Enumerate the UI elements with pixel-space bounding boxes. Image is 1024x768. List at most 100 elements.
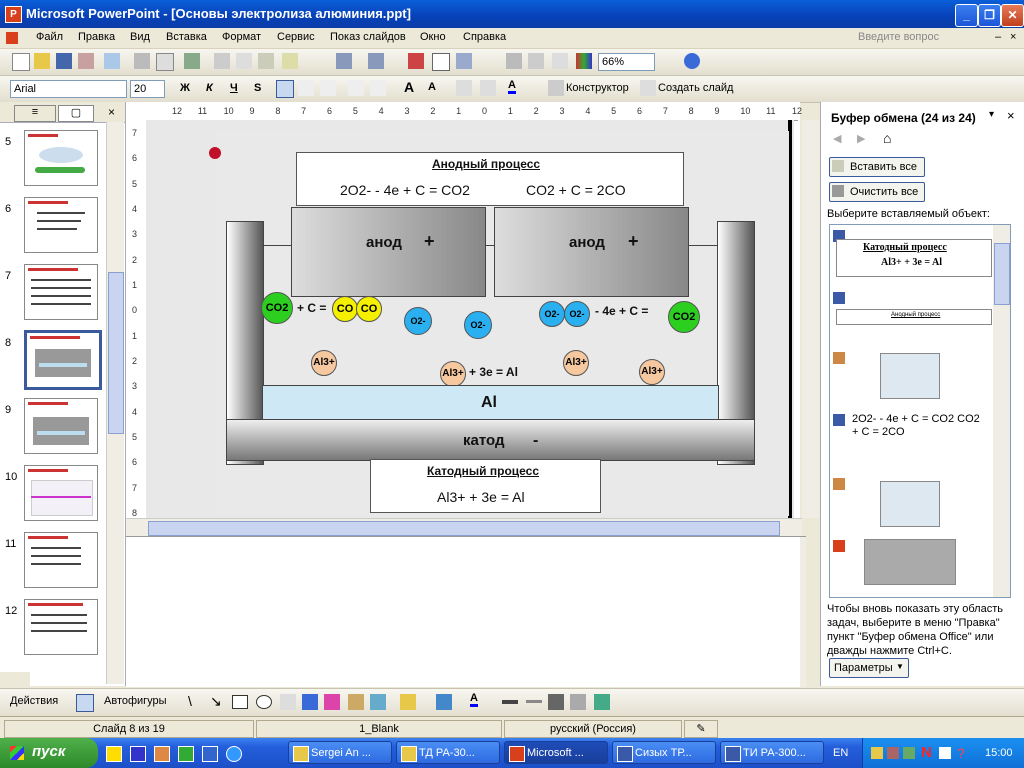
task-pane-menu-icon[interactable]: ▾ bbox=[989, 109, 994, 120]
dash-style-icon[interactable] bbox=[526, 700, 542, 703]
slide-thumbnail-9[interactable] bbox=[24, 398, 98, 454]
color-grayscale-icon[interactable] bbox=[576, 53, 592, 69]
decrease-font-icon[interactable]: A bbox=[428, 81, 436, 93]
document-icon[interactable] bbox=[6, 32, 18, 44]
close-button[interactable]: ✕ bbox=[1001, 4, 1024, 27]
print-preview-icon[interactable] bbox=[156, 53, 174, 71]
minimize-button[interactable]: _ bbox=[955, 4, 978, 27]
clipboard-item[interactable]: Анодный процесс bbox=[836, 309, 992, 325]
3d-style-icon[interactable] bbox=[594, 694, 610, 710]
bullets-icon[interactable] bbox=[370, 80, 386, 96]
wordart-icon[interactable] bbox=[302, 694, 318, 710]
font-select[interactable]: Arial bbox=[10, 80, 127, 98]
oxygen-ion[interactable]: O2- bbox=[404, 307, 432, 335]
quicklaunch-icon[interactable] bbox=[178, 746, 194, 762]
slides-scrollbar[interactable] bbox=[106, 122, 124, 684]
taskbar-button[interactable]: Сизых ТР... bbox=[612, 741, 716, 764]
quicklaunch-icon[interactable] bbox=[130, 746, 146, 762]
language-indicator[interactable]: EN bbox=[833, 747, 848, 759]
aluminum-ion[interactable]: Al3+ bbox=[563, 350, 589, 376]
menu-help[interactable]: Справка bbox=[463, 31, 506, 43]
select-arrow-icon[interactable] bbox=[76, 694, 94, 712]
close-pane-icon[interactable]: × bbox=[108, 105, 115, 119]
increase-indent-icon[interactable] bbox=[480, 80, 496, 96]
italic-button[interactable]: К bbox=[206, 82, 213, 94]
tables-borders-icon[interactable] bbox=[456, 53, 472, 69]
slides-tab[interactable]: ▢ bbox=[58, 105, 94, 122]
clipboard-item[interactable] bbox=[880, 481, 940, 527]
co-molecule[interactable]: CO bbox=[356, 296, 382, 322]
powerpoint-app-icon[interactable]: P bbox=[5, 6, 22, 23]
actions-menu[interactable]: Действия bbox=[10, 695, 58, 707]
new-slide-button[interactable]: Создать слайд bbox=[658, 82, 733, 94]
shadow-button[interactable]: S bbox=[254, 82, 261, 94]
numbering-icon[interactable] bbox=[348, 80, 364, 96]
slide-thumbnail-11[interactable] bbox=[24, 532, 98, 588]
menu-format[interactable]: Формат bbox=[222, 31, 261, 43]
slide-thumbnail-6[interactable] bbox=[24, 197, 98, 253]
designer-button[interactable]: Конструктор bbox=[566, 82, 629, 94]
home-icon[interactable]: ⌂ bbox=[883, 130, 891, 146]
clipboard-item[interactable] bbox=[880, 353, 940, 399]
spelling-icon[interactable] bbox=[184, 53, 200, 69]
permission-icon[interactable] bbox=[78, 53, 94, 69]
taskbar-button[interactable]: ТД РА-30... bbox=[396, 741, 500, 764]
line-icon[interactable]: \ bbox=[188, 693, 192, 709]
quicklaunch-icon[interactable] bbox=[202, 746, 218, 762]
tray-icon[interactable] bbox=[939, 747, 951, 759]
anode-block-right[interactable] bbox=[494, 207, 689, 297]
align-left-icon[interactable] bbox=[276, 80, 294, 98]
quicklaunch-icon[interactable] bbox=[154, 746, 170, 762]
horizontal-scrollbar[interactable] bbox=[126, 518, 802, 537]
cut-icon[interactable] bbox=[214, 53, 230, 69]
task-pane-close-icon[interactable]: × bbox=[1007, 108, 1015, 123]
scroll-thumb[interactable] bbox=[108, 272, 124, 434]
menu-slideshow[interactable]: Показ слайдов bbox=[330, 31, 406, 43]
zoom-select[interactable]: 66% bbox=[598, 53, 655, 71]
aluminum-ion[interactable]: Al3+ bbox=[440, 361, 466, 387]
back-icon[interactable]: ◀ bbox=[833, 132, 841, 145]
taskbar-button[interactable]: ТИ РА-300... bbox=[720, 741, 824, 764]
tray-icon[interactable] bbox=[871, 747, 883, 759]
tray-icon[interactable]: N bbox=[921, 744, 932, 761]
rectangle-icon[interactable] bbox=[232, 695, 248, 709]
autoshapes-menu[interactable]: Автофигуры bbox=[104, 695, 167, 707]
co2-molecule[interactable]: CO2 bbox=[261, 292, 293, 324]
new-slide-icon[interactable] bbox=[640, 80, 656, 96]
co-molecule[interactable]: CO bbox=[332, 296, 358, 322]
clear-all-button[interactable]: Очистить все bbox=[829, 182, 925, 202]
designer-icon[interactable] bbox=[548, 80, 564, 96]
oxygen-ion[interactable]: O2- bbox=[564, 301, 590, 327]
editor-scrollbar[interactable] bbox=[802, 120, 819, 518]
new-icon[interactable] bbox=[12, 53, 30, 71]
options-button[interactable]: Параметры ▼ bbox=[829, 658, 909, 678]
clipboard-item[interactable]: Катодный процесс Al3+ + 3e = Al bbox=[836, 239, 992, 277]
taskbar-button[interactable]: Sergei An ... bbox=[288, 741, 392, 764]
line-style-icon[interactable] bbox=[502, 700, 518, 704]
anode-block-left[interactable] bbox=[291, 207, 486, 297]
align-right-icon[interactable] bbox=[320, 80, 336, 96]
taskbar-button-active[interactable]: Microsoft ... bbox=[504, 741, 608, 764]
menu-file[interactable]: Файл bbox=[36, 31, 63, 43]
expand-icon[interactable] bbox=[506, 53, 522, 69]
restore-button[interactable]: ❐ bbox=[978, 4, 1001, 27]
co2-molecule[interactable]: CO2 bbox=[668, 301, 700, 333]
doc-minimize-icon[interactable]: ‒ bbox=[995, 31, 1001, 43]
save-icon[interactable] bbox=[56, 53, 72, 69]
picture-icon[interactable] bbox=[370, 694, 386, 710]
view-buttons[interactable] bbox=[0, 672, 30, 686]
fill-color-icon[interactable] bbox=[400, 694, 416, 710]
increase-font-icon[interactable]: A bbox=[404, 79, 414, 95]
spelling-status-icon[interactable]: ✎ bbox=[684, 720, 718, 738]
ie-icon[interactable] bbox=[226, 746, 242, 762]
slide-thumbnail-7[interactable] bbox=[24, 264, 98, 320]
slide-thumbnail-5[interactable] bbox=[24, 130, 98, 186]
diagram-icon[interactable] bbox=[324, 694, 340, 710]
aluminum-ion[interactable]: Al3+ bbox=[311, 350, 337, 376]
slide-canvas[interactable]: Анодный процесс 2O2- - 4e + C = CO2 CO2 … bbox=[209, 131, 789, 516]
drawing-font-color-icon[interactable]: A bbox=[470, 692, 478, 707]
tray-icon[interactable]: ? bbox=[957, 745, 965, 761]
outline-tab[interactable]: ≡ bbox=[14, 105, 56, 122]
start-button[interactable]: пуск bbox=[0, 738, 98, 768]
arrow-style-icon[interactable] bbox=[548, 694, 564, 710]
